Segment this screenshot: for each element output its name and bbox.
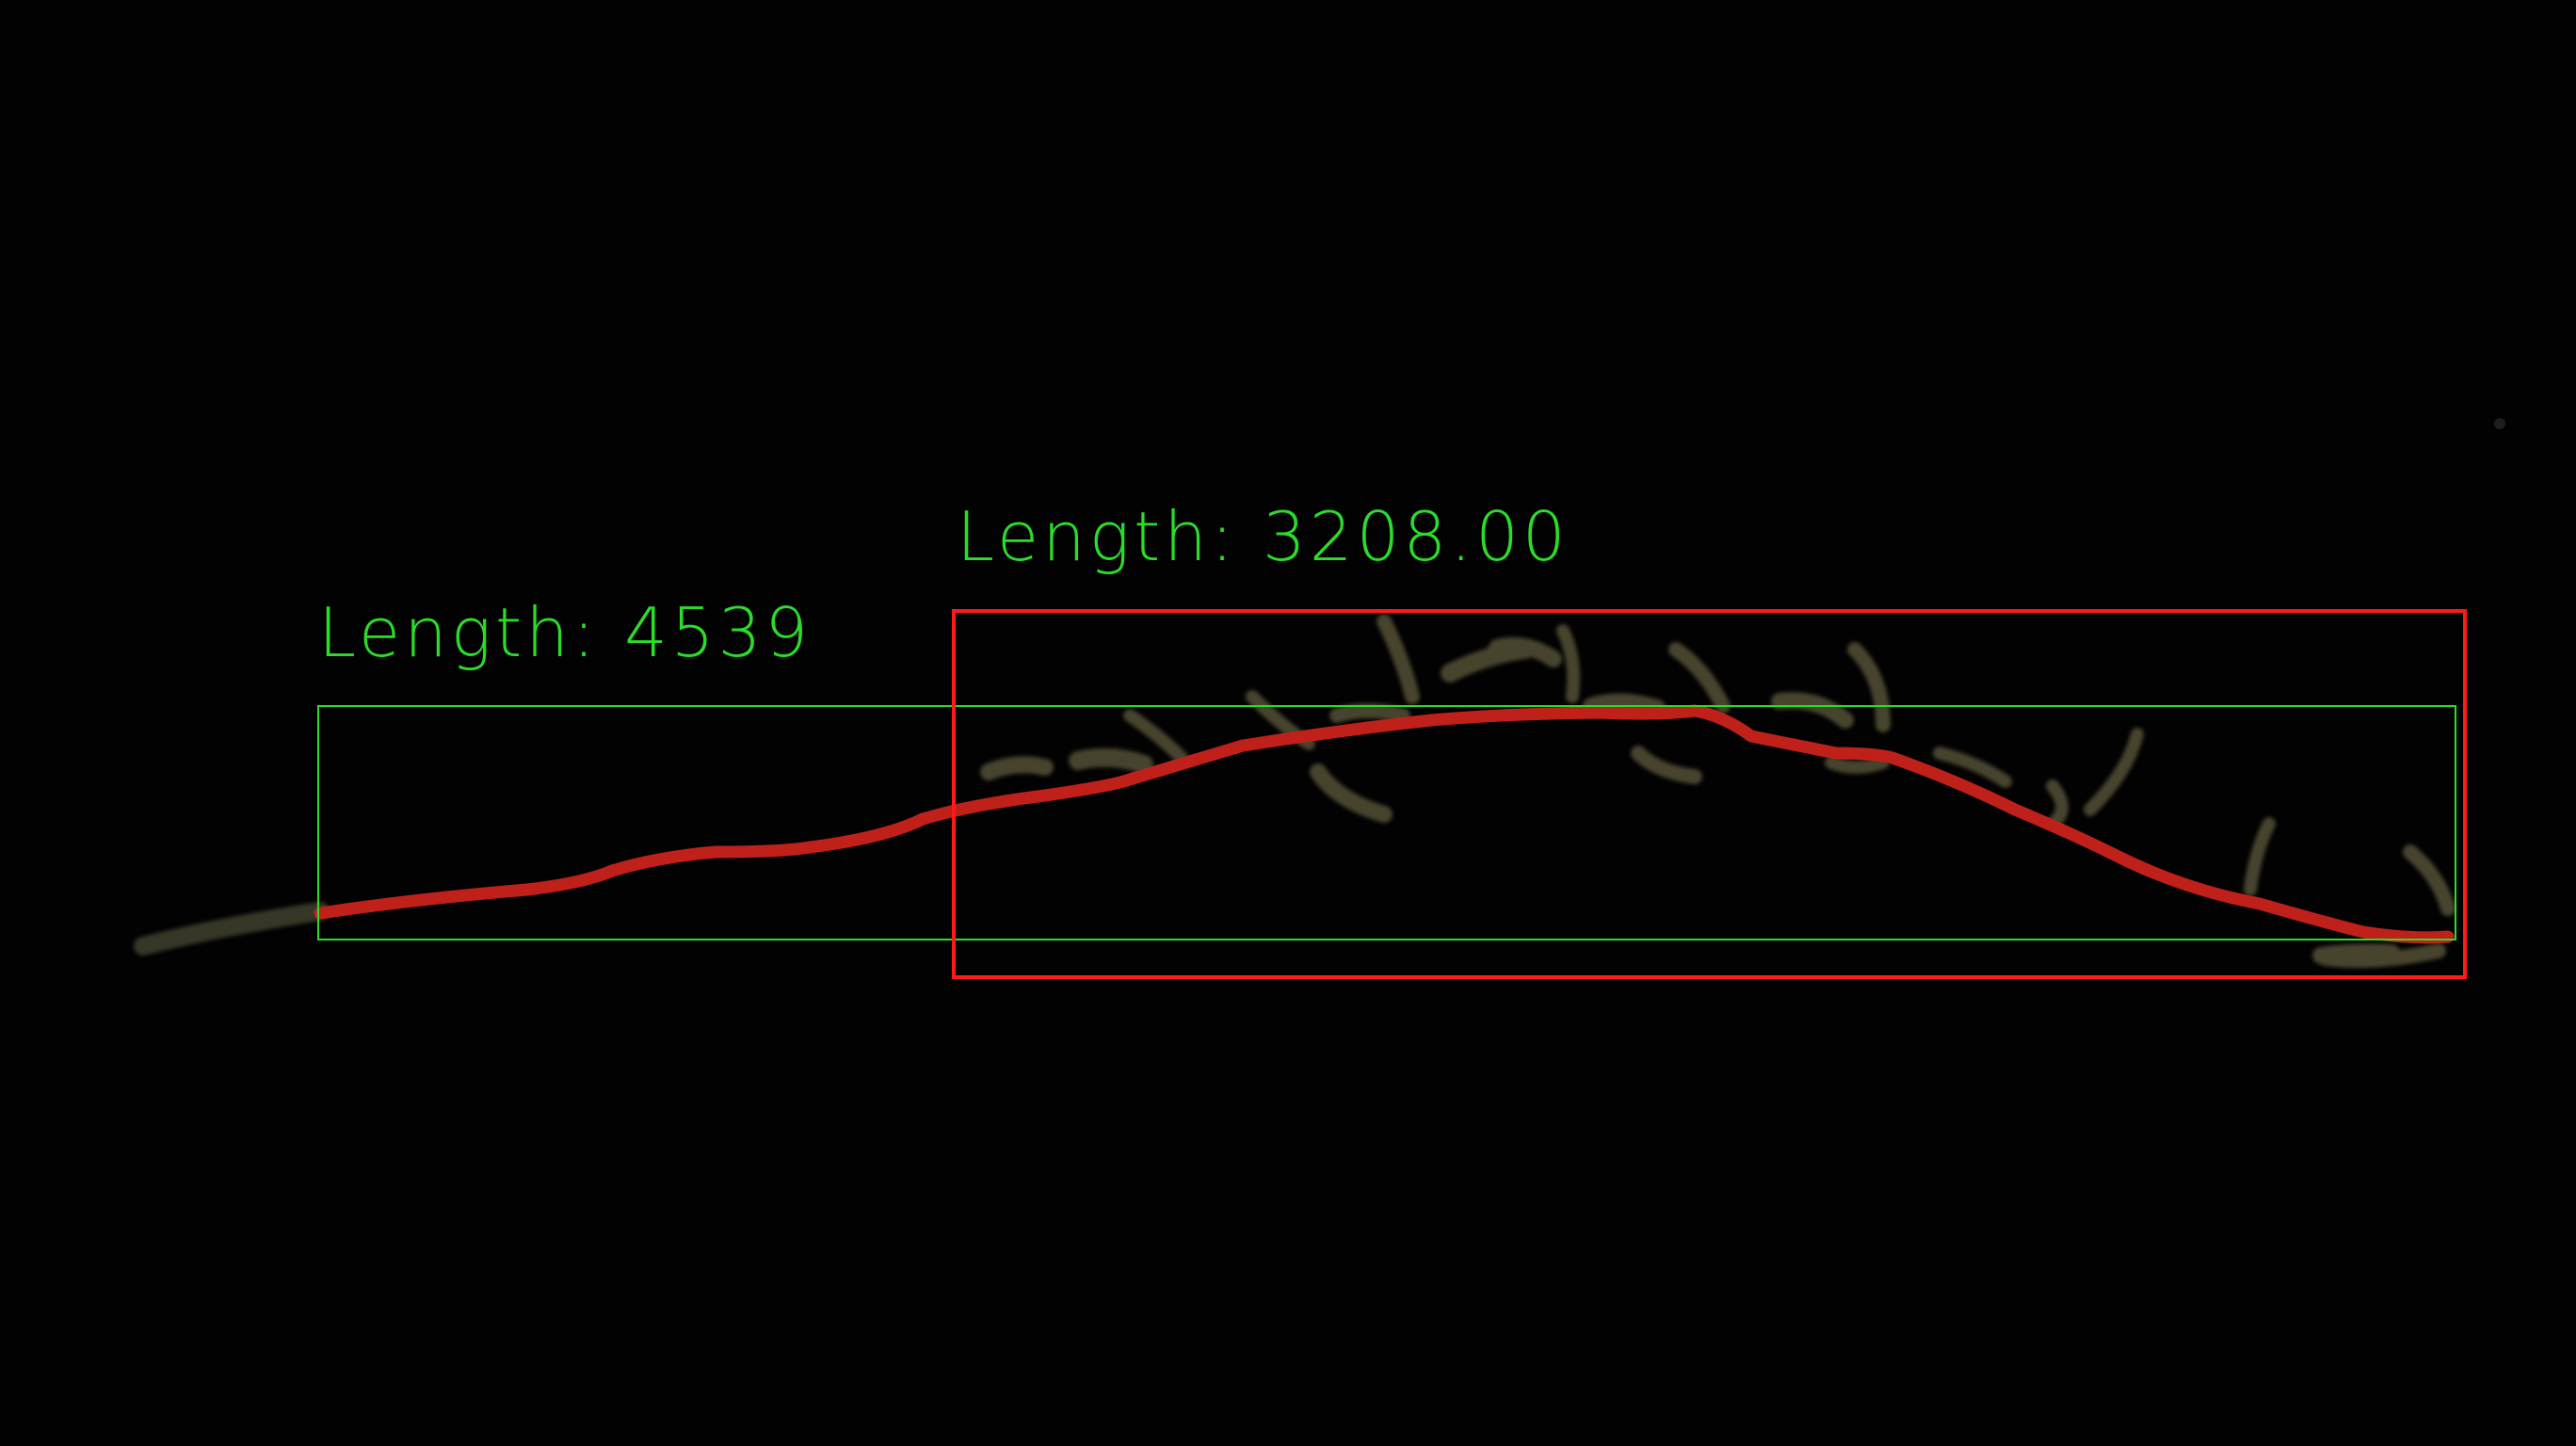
- plant-tissue: [134, 614, 2455, 969]
- measurement-canvas: Length: 3208.00 Length: 4539: [0, 0, 2576, 1446]
- red-box-length-label: Length: 3208.00: [957, 497, 1570, 576]
- red-bounding-box: [952, 609, 2467, 979]
- green-box-length-label: Length: 4539: [318, 593, 813, 672]
- annotation-overlay: [134, 418, 2505, 979]
- debris-speck: [2494, 418, 2505, 429]
